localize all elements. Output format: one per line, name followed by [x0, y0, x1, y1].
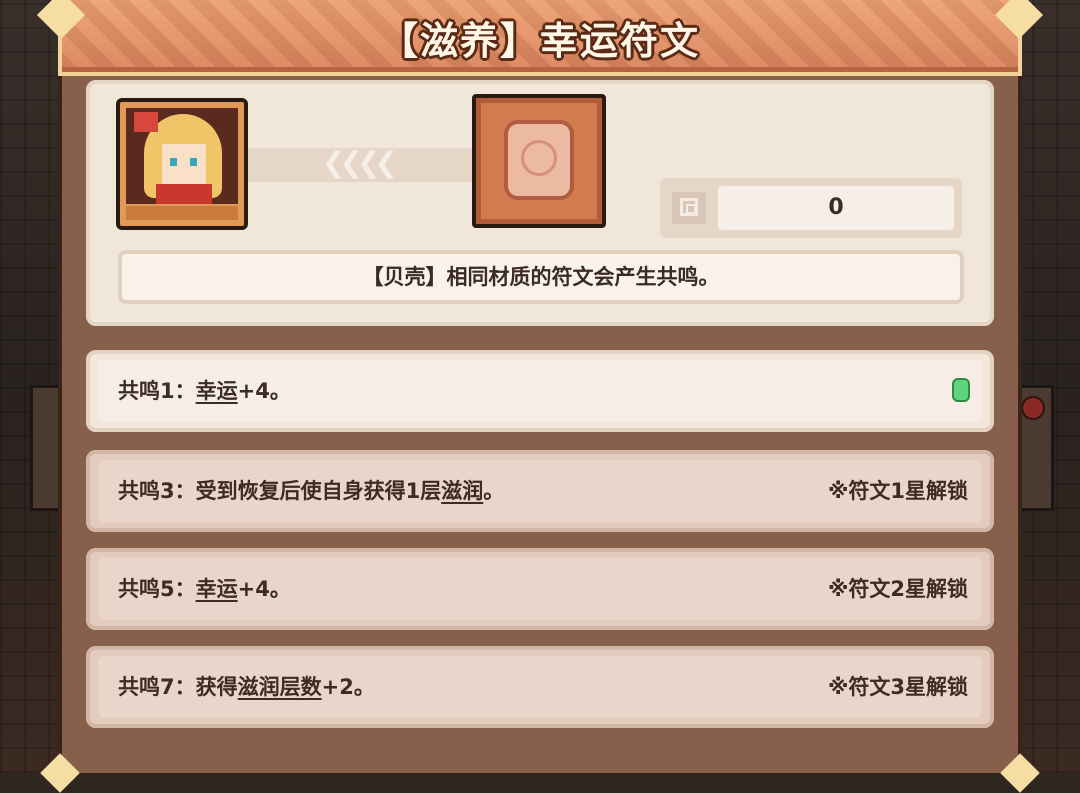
rune-slot[interactable]: [472, 94, 606, 228]
panel-header: 【滋养】幸运符文: [36, 0, 1044, 76]
keyword-link[interactable]: 幸运: [196, 379, 238, 403]
resonance-suffix: +4。: [237, 577, 291, 601]
resonance-effect-text: 共鸣5：幸运+4。: [118, 558, 291, 620]
character-level-bar: [126, 206, 238, 220]
shell-rune-icon: [504, 120, 574, 200]
resonance-prefix: 共鸣7：获得: [118, 675, 238, 699]
rune-description: 【贝壳】相同材质的符文会产生共鸣。: [118, 250, 964, 304]
resonance-effect-text: 共鸣7：获得滋润层数+2。: [118, 656, 375, 718]
resonance-row[interactable]: 共鸣7：获得滋润层数+2。 ※符文3星解锁: [86, 646, 994, 728]
character-portrait-slot[interactable]: [116, 98, 248, 230]
resonance-suffix: +4。: [237, 379, 291, 403]
red-orb-icon: [1021, 396, 1045, 420]
rune-count-row: 0: [660, 178, 962, 238]
resonance-row-inner: 共鸣1：幸运+4。: [98, 360, 982, 422]
left-arrows-icon: ❮❮❮❮: [322, 146, 398, 179]
keyword-link[interactable]: 滋润: [441, 479, 483, 503]
resonance-row-inner: 共鸣3：受到恢复后使自身获得1层滋润。 ※符文1星解锁: [98, 460, 982, 522]
resonance-prefix: 共鸣5：: [118, 577, 196, 601]
resonance-suffix: +2。: [321, 675, 375, 699]
resonance-row-inner: 共鸣7：获得滋润层数+2。 ※符文3星解锁: [98, 656, 982, 718]
panel-title: 【滋养】幸运符文: [379, 19, 700, 63]
unlock-requirement: ※符文1星解锁: [827, 479, 968, 503]
inventory-icon: [680, 198, 698, 216]
resonance-effect-text: 共鸣3：受到恢复后使自身获得1层滋润。: [118, 460, 504, 522]
resonance-row[interactable]: 共鸣3：受到恢复后使自身获得1层滋润。 ※符文1星解锁: [86, 450, 994, 532]
resonance-prefix: 共鸣1：: [118, 379, 196, 403]
keyword-link[interactable]: 幸运: [196, 577, 238, 601]
resonance-row[interactable]: 共鸣5：幸运+4。 ※符文2星解锁: [86, 548, 994, 630]
keyword-link[interactable]: 滋润层数: [238, 675, 322, 699]
rune-count-value: 0: [718, 186, 954, 230]
unlock-requirement: ※符文2星解锁: [827, 577, 968, 601]
resonance-row[interactable]: 共鸣1：幸运+4。: [86, 350, 994, 432]
resonance-suffix: 。: [483, 479, 505, 503]
character-portrait: [126, 108, 238, 204]
unlock-requirement: ※符文3星解锁: [827, 675, 968, 699]
inventory-icon-box: [672, 192, 706, 224]
active-gem-icon: [952, 378, 970, 402]
resonance-row-inner: 共鸣5：幸运+4。 ※符文2星解锁: [98, 558, 982, 620]
resonance-effect-text: 共鸣1：幸运+4。: [118, 360, 291, 422]
rune-info-card: ❮❮❮❮ 0 【贝壳】相同材质的符文会产生共鸣。: [86, 80, 994, 326]
resonance-prefix: 共鸣3：受到恢复后使自身获得1层: [118, 479, 442, 503]
